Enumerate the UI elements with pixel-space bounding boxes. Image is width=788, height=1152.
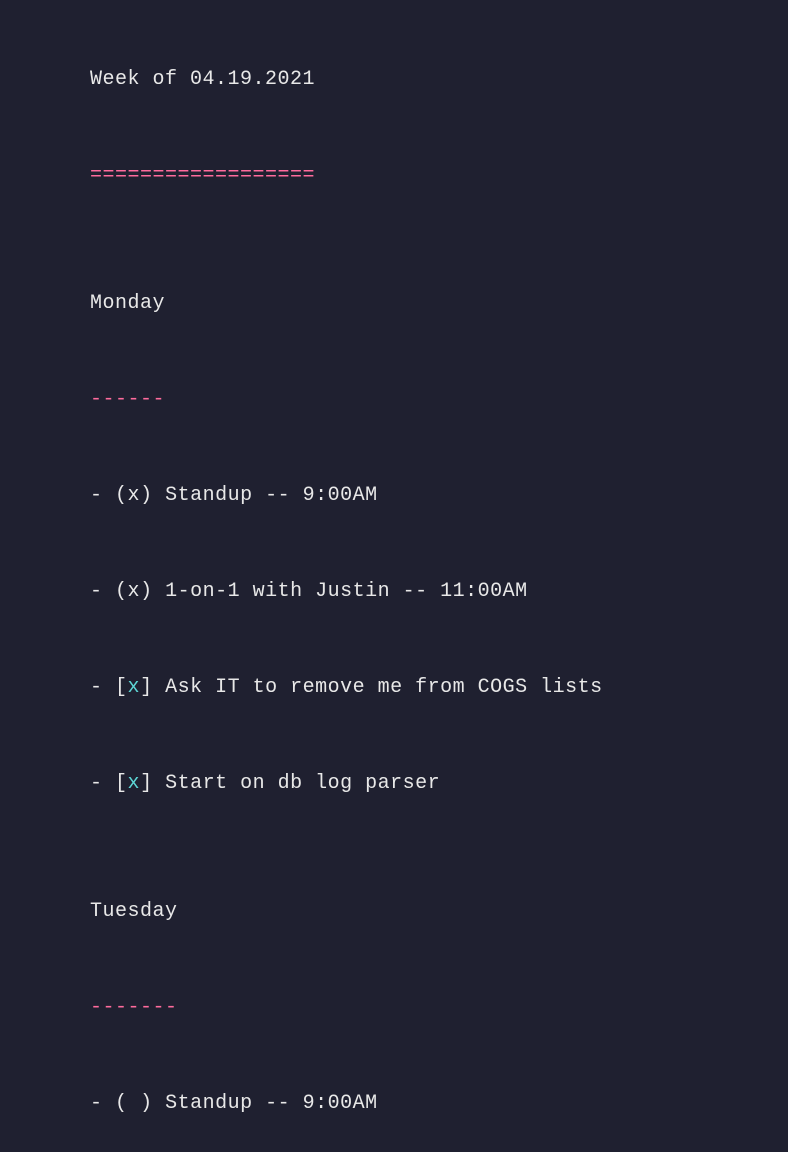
list-item: - (x) Standup -- 9:00AM bbox=[40, 448, 748, 544]
item-text: Standup -- 9:00AM bbox=[153, 484, 378, 507]
checkbox-open: [ bbox=[115, 676, 128, 699]
day-name: Tuesday bbox=[90, 900, 178, 923]
list-item: - (x) 1-on-1 with Justin -- 11:00AM bbox=[40, 544, 748, 640]
list-item: - ( ) Standup -- 9:00AM bbox=[40, 1056, 748, 1152]
checkbox-mark: x bbox=[128, 676, 141, 699]
title-underline-text: ================== bbox=[90, 164, 315, 187]
checkbox-close: ] bbox=[140, 676, 153, 699]
checkbox-mark: x bbox=[128, 772, 141, 795]
item-text: Ask IT to remove me from COGS lists bbox=[153, 676, 603, 699]
editor-content[interactable]: Week of 04.19.2021 ================== Mo… bbox=[40, 32, 748, 1152]
checkbox-mark bbox=[128, 1092, 141, 1115]
week-title-text: Week of 04.19.2021 bbox=[90, 68, 315, 91]
checkbox-close: ) bbox=[140, 484, 153, 507]
checkbox-open: [ bbox=[115, 772, 128, 795]
list-item: - [x] Ask IT to remove me from COGS list… bbox=[40, 640, 748, 736]
week-title: Week of 04.19.2021 bbox=[40, 32, 748, 128]
bullet: - bbox=[90, 676, 115, 699]
checkbox-close: ] bbox=[140, 772, 153, 795]
blank-line bbox=[40, 832, 748, 864]
list-item: - [x] Start on db log parser bbox=[40, 736, 748, 832]
day-underline-text: ------- bbox=[90, 996, 178, 1019]
day-heading-tuesday: Tuesday bbox=[40, 864, 748, 960]
checkbox-close: ) bbox=[140, 1092, 153, 1115]
week-title-underline: ================== bbox=[40, 128, 748, 224]
checkbox-open: ( bbox=[115, 484, 128, 507]
bullet: - bbox=[90, 1092, 115, 1115]
blank-line bbox=[40, 224, 748, 256]
item-text: Start on db log parser bbox=[153, 772, 441, 795]
bullet: - bbox=[90, 484, 115, 507]
checkbox-open: ( bbox=[115, 1092, 128, 1115]
day-name: Monday bbox=[90, 292, 165, 315]
bullet: - bbox=[90, 772, 115, 795]
day-underline-text: ------ bbox=[90, 388, 165, 411]
day-underline-monday: ------ bbox=[40, 352, 748, 448]
item-text: Standup -- 9:00AM bbox=[153, 1092, 378, 1115]
day-heading-monday: Monday bbox=[40, 256, 748, 352]
checkbox-mark: x bbox=[128, 484, 141, 507]
day-underline-tuesday: ------- bbox=[40, 960, 748, 1056]
